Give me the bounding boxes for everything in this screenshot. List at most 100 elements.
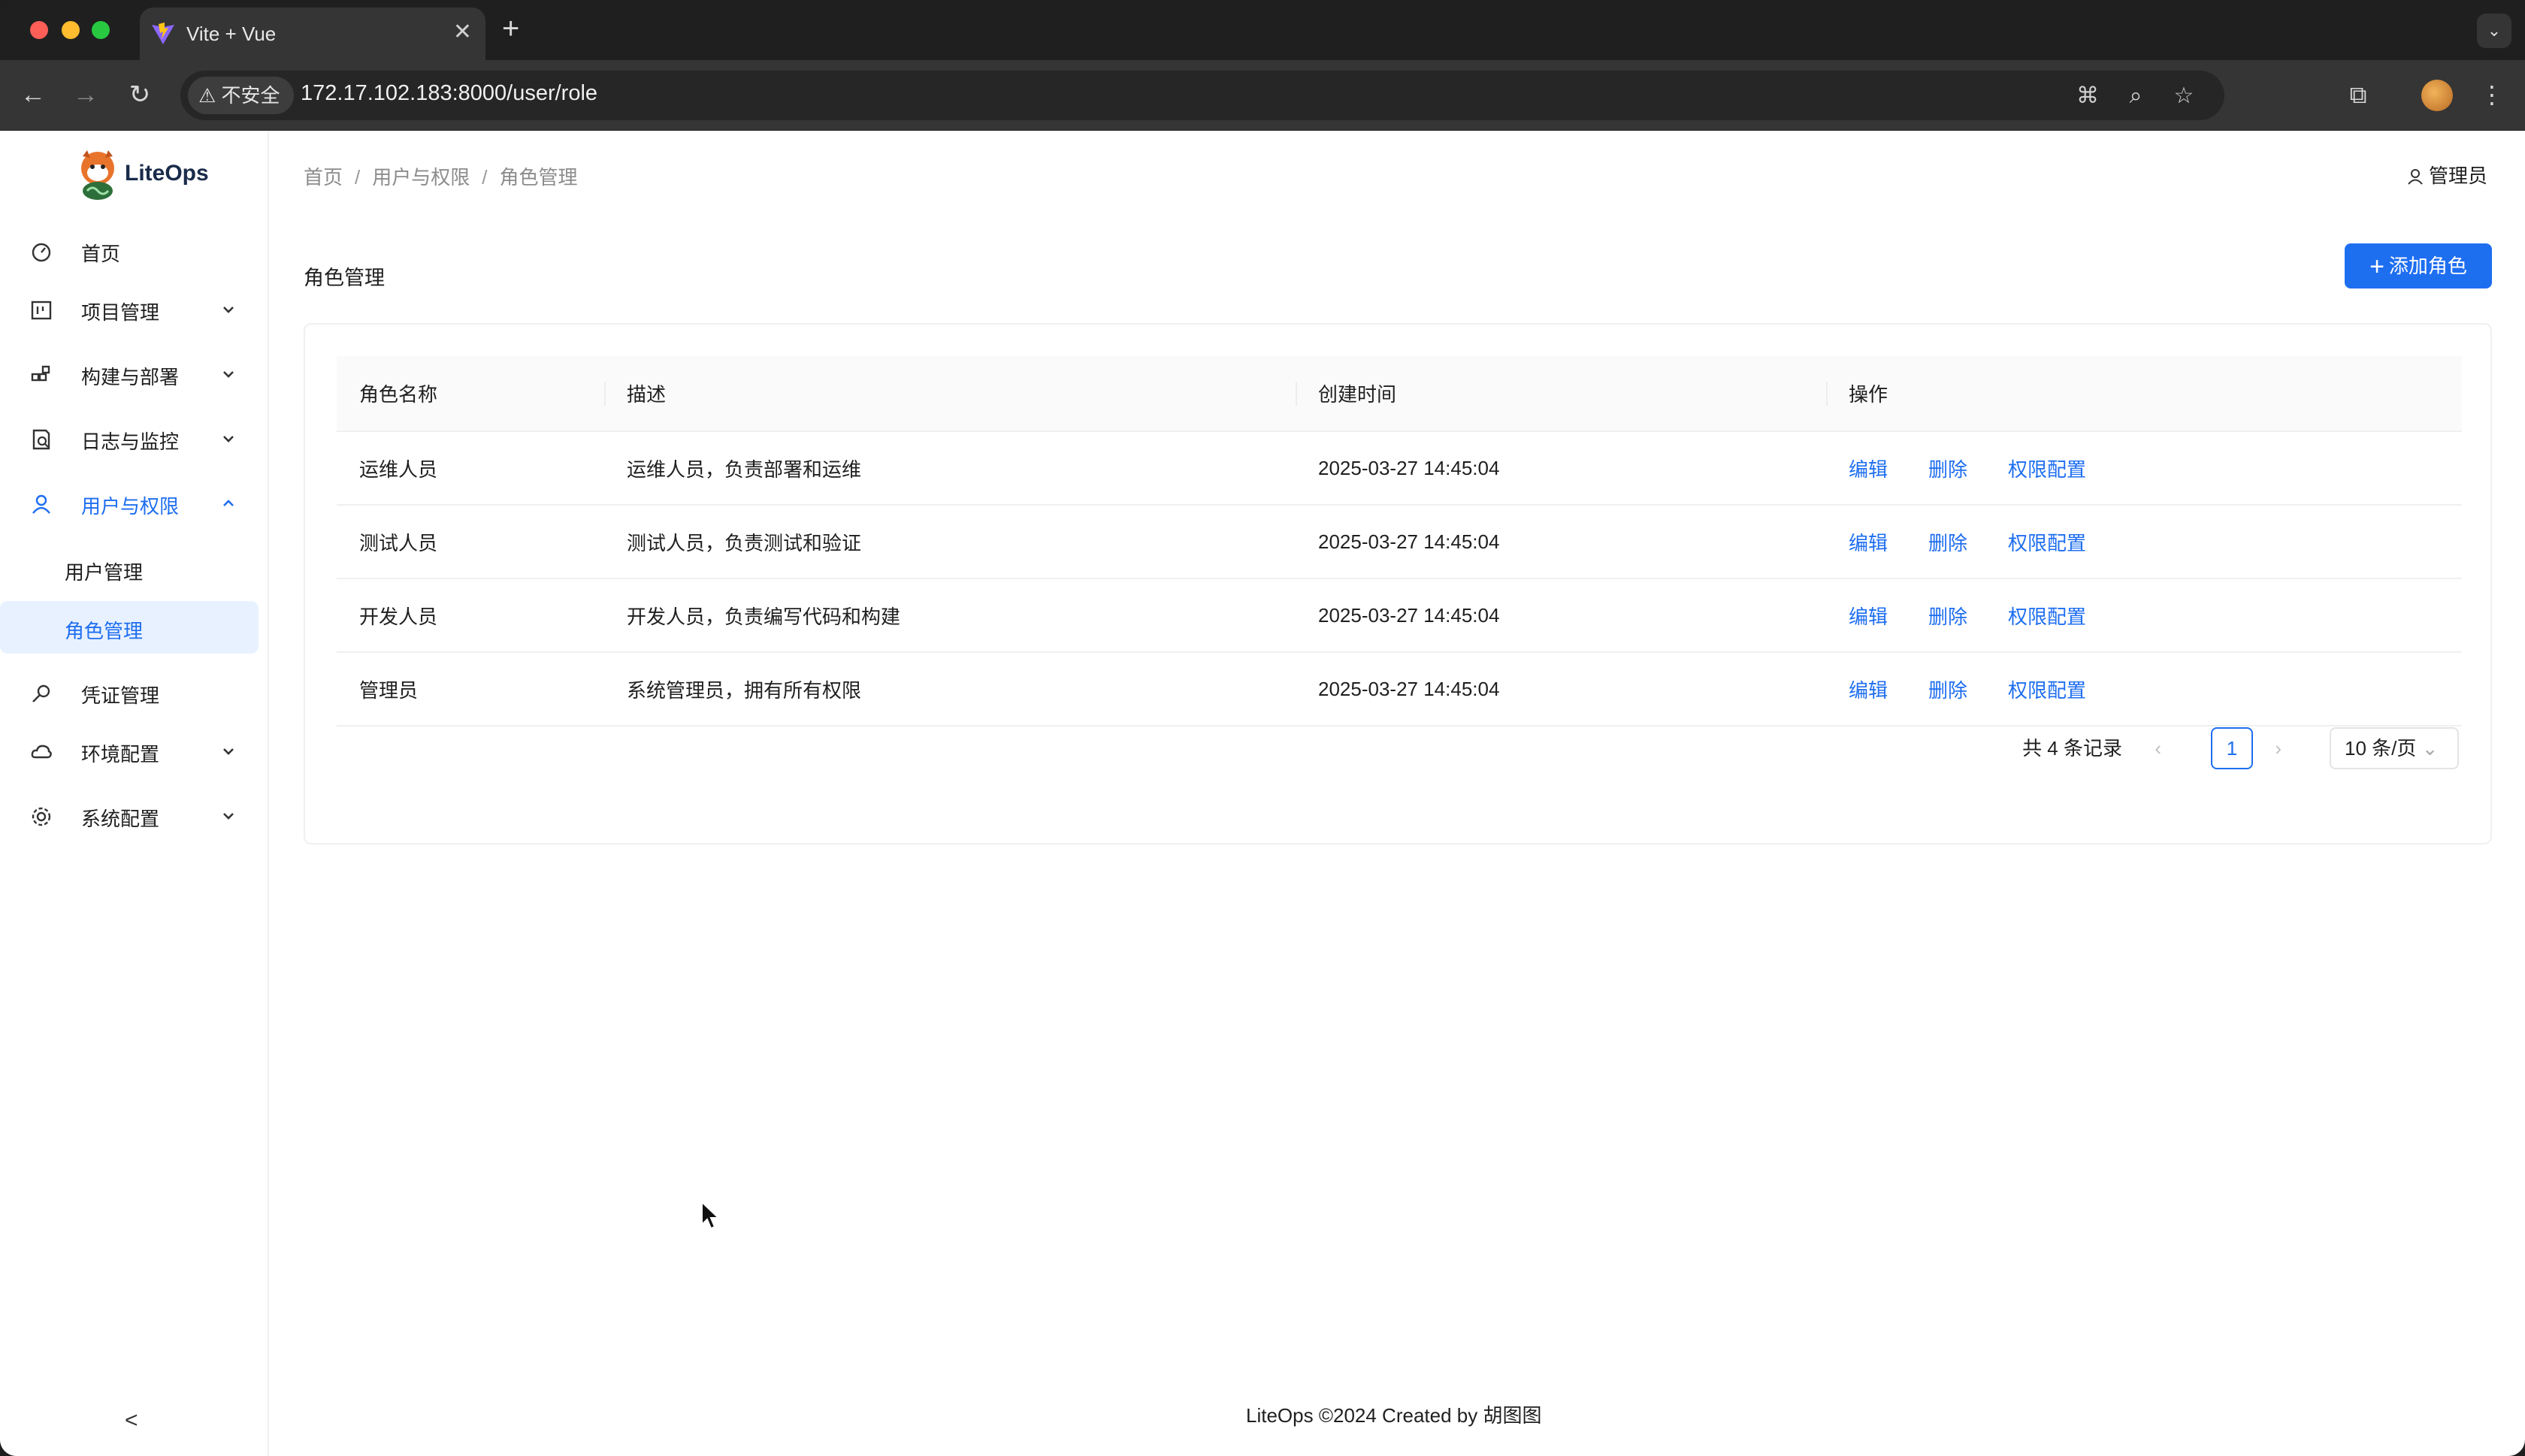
permissions-link[interactable]: 权限配置 xyxy=(2008,606,2086,628)
key-icon xyxy=(32,684,50,702)
chevron-down-icon xyxy=(223,307,234,313)
back-icon[interactable]: ← xyxy=(15,77,51,113)
tab-search-icon[interactable]: ⌄ xyxy=(2477,14,2511,48)
sidebar-item-credentials[interactable]: 凭证管理 xyxy=(0,666,269,720)
chevron-up-icon xyxy=(223,500,234,506)
forward-icon[interactable]: → xyxy=(68,77,104,113)
role-description: 测试人员，负责测试和验证 xyxy=(604,505,1296,579)
profile-avatar[interactable] xyxy=(2421,80,2453,111)
edit-link[interactable]: 编辑 xyxy=(1849,532,1888,554)
role-created-time: 2025-03-27 14:45:04 xyxy=(1296,505,1826,579)
next-page-icon[interactable]: › xyxy=(2275,727,2282,769)
page-title: 角色管理 xyxy=(304,267,385,289)
permissions-link[interactable]: 权限配置 xyxy=(2008,532,2086,554)
log-icon xyxy=(32,429,50,450)
delete-link[interactable]: 删除 xyxy=(1928,679,1967,702)
permissions-link[interactable]: 权限配置 xyxy=(2008,458,2086,481)
close-window-button[interactable] xyxy=(30,21,48,39)
page-number-button[interactable]: 1 xyxy=(2211,727,2253,769)
brand-name: LiteOps xyxy=(125,161,209,186)
collapse-sidebar-button[interactable]: < xyxy=(125,1408,138,1433)
cloud-icon xyxy=(31,745,52,759)
sidebar-item-label: 角色管理 xyxy=(65,620,144,642)
minimize-window-button[interactable] xyxy=(62,21,80,39)
role-name: 运维人员 xyxy=(337,431,604,506)
page-footer: LiteOps ©2024 Created by 胡图图 xyxy=(1246,1404,1542,1427)
prev-page-icon[interactable]: ‹ xyxy=(2155,727,2161,769)
sidebar-item-environment[interactable]: 环境配置 xyxy=(0,724,269,778)
sidebar-item-users-permissions[interactable]: 用户与权限 xyxy=(0,476,269,530)
delete-link[interactable]: 删除 xyxy=(1928,458,1967,481)
column-header-actions: 操作 xyxy=(1826,356,2462,432)
breadcrumb-separator: / xyxy=(482,166,488,189)
edit-link[interactable]: 编辑 xyxy=(1849,606,1888,628)
chevron-down-icon xyxy=(223,813,234,820)
sidebar-item-logs-monitoring[interactable]: 日志与监控 xyxy=(0,412,269,466)
chevron-down-icon: ⌄ xyxy=(2421,737,2439,760)
sidebar-item-label: 用户管理 xyxy=(65,561,144,584)
table-row: 管理员 系统管理员，拥有所有权限 2025-03-27 14:45:04 编辑 删… xyxy=(337,652,2462,726)
breadcrumb-users-permissions[interactable]: 用户与权限 xyxy=(372,166,470,189)
breadcrumb: 首页 / 用户与权限 / 角色管理 xyxy=(304,162,578,190)
sidebar-item-label: 环境配置 xyxy=(81,743,160,766)
add-role-button[interactable]: + 添加角色 xyxy=(2345,243,2492,288)
delete-link[interactable]: 删除 xyxy=(1928,532,1967,554)
edit-link[interactable]: 编辑 xyxy=(1849,679,1888,702)
extensions-icon[interactable]: ⧉ xyxy=(2340,77,2376,113)
role-description: 系统管理员，拥有所有权限 xyxy=(604,652,1296,726)
sidebar-item-label: 用户与权限 xyxy=(81,495,180,518)
role-created-time: 2025-03-27 14:45:04 xyxy=(1296,578,1826,653)
sidebar-item-label: 凭证管理 xyxy=(81,684,160,707)
url-text[interactable]: 172.17.102.183:8000/user/role xyxy=(301,81,597,106)
tab-close-icon[interactable]: ✕ xyxy=(453,20,472,45)
zoom-icon[interactable]: ⌕ xyxy=(2121,81,2151,111)
address-bar[interactable]: ⚠ 不安全 172.17.102.183:8000/user/role ☆ ⌕ … xyxy=(180,71,2224,120)
table-row: 测试人员 测试人员，负责测试和验证 2025-03-27 14:45:04 编辑… xyxy=(337,505,2462,579)
user-icon xyxy=(32,494,50,514)
mouse-cursor-icon xyxy=(701,1201,720,1230)
column-header-name: 角色名称 xyxy=(337,356,604,432)
breadcrumb-home[interactable]: 首页 xyxy=(304,166,343,189)
edit-link[interactable]: 编辑 xyxy=(1849,458,1888,481)
sidebar-item-role-management[interactable]: 角色管理 xyxy=(0,601,259,654)
user-icon xyxy=(2408,169,2423,185)
user-name: 管理员 xyxy=(2428,165,2487,187)
table-row: 开发人员 开发人员，负责编写代码和构建 2025-03-27 14:45:04 … xyxy=(337,578,2462,653)
sidebar-item-user-management[interactable]: 用户管理 xyxy=(0,542,259,595)
delete-link[interactable]: 删除 xyxy=(1928,606,1967,628)
vite-logo-icon xyxy=(152,23,174,44)
sidebar-item-label: 日志与监控 xyxy=(81,430,180,453)
security-label: 不安全 xyxy=(221,84,280,107)
table-header-row: 角色名称 描述 创建时间 操作 xyxy=(337,356,2462,432)
permissions-link[interactable]: 权限配置 xyxy=(2008,679,2086,702)
new-tab-button[interactable]: + xyxy=(502,14,519,44)
translate-icon[interactable]: ⌘ xyxy=(2073,81,2103,111)
sidebar-item-build-deploy[interactable]: 构建与部署 xyxy=(0,347,269,401)
bookmark-star-icon[interactable]: ☆ xyxy=(2169,81,2199,111)
roles-card: 角色名称 描述 创建时间 操作 运维人员 运维人员，负责部署和运维 2025-0… xyxy=(304,323,2492,844)
browser-toolbar: ← → ↻ ⚠ 不安全 172.17.102.183:8000/user/rol… xyxy=(0,60,2525,131)
total-records: 共 4 条记录 xyxy=(2022,737,2122,760)
role-created-time: 2025-03-27 14:45:04 xyxy=(1296,431,1826,506)
plus-icon: + xyxy=(2369,252,2384,281)
breadcrumb-current: 角色管理 xyxy=(499,166,578,189)
row-actions: 编辑 删除 权限配置 xyxy=(1826,505,2462,579)
sidebar-item-label: 构建与部署 xyxy=(81,366,180,388)
row-actions: 编辑 删除 权限配置 xyxy=(1826,578,2462,653)
gear-icon xyxy=(32,807,51,826)
browser-tab[interactable]: Vite + Vue ✕ xyxy=(140,8,485,60)
security-chip[interactable]: ⚠ 不安全 xyxy=(188,77,294,114)
browser-menu-icon[interactable]: ⋮ xyxy=(2474,77,2510,113)
page-size-select[interactable]: 10 条/页 ⌄ xyxy=(2330,727,2459,769)
sidebar-item-home[interactable]: 首页 xyxy=(0,224,269,278)
breadcrumb-separator: / xyxy=(355,166,361,189)
reload-icon[interactable]: ↻ xyxy=(122,77,158,113)
sidebar-item-system-settings[interactable]: 系统配置 xyxy=(0,789,269,843)
sidebar-item-projects[interactable]: 项目管理 xyxy=(0,282,269,337)
user-menu[interactable]: 管理员 xyxy=(2406,161,2487,189)
maximize-window-button[interactable] xyxy=(92,21,110,39)
page-header: 首页 / 用户与权限 / 角色管理 管理员 xyxy=(271,131,2525,215)
sidebar-item-label: 系统配置 xyxy=(81,808,160,830)
role-name: 开发人员 xyxy=(337,578,604,653)
page-size-value: 10 条/页 xyxy=(2345,737,2417,760)
